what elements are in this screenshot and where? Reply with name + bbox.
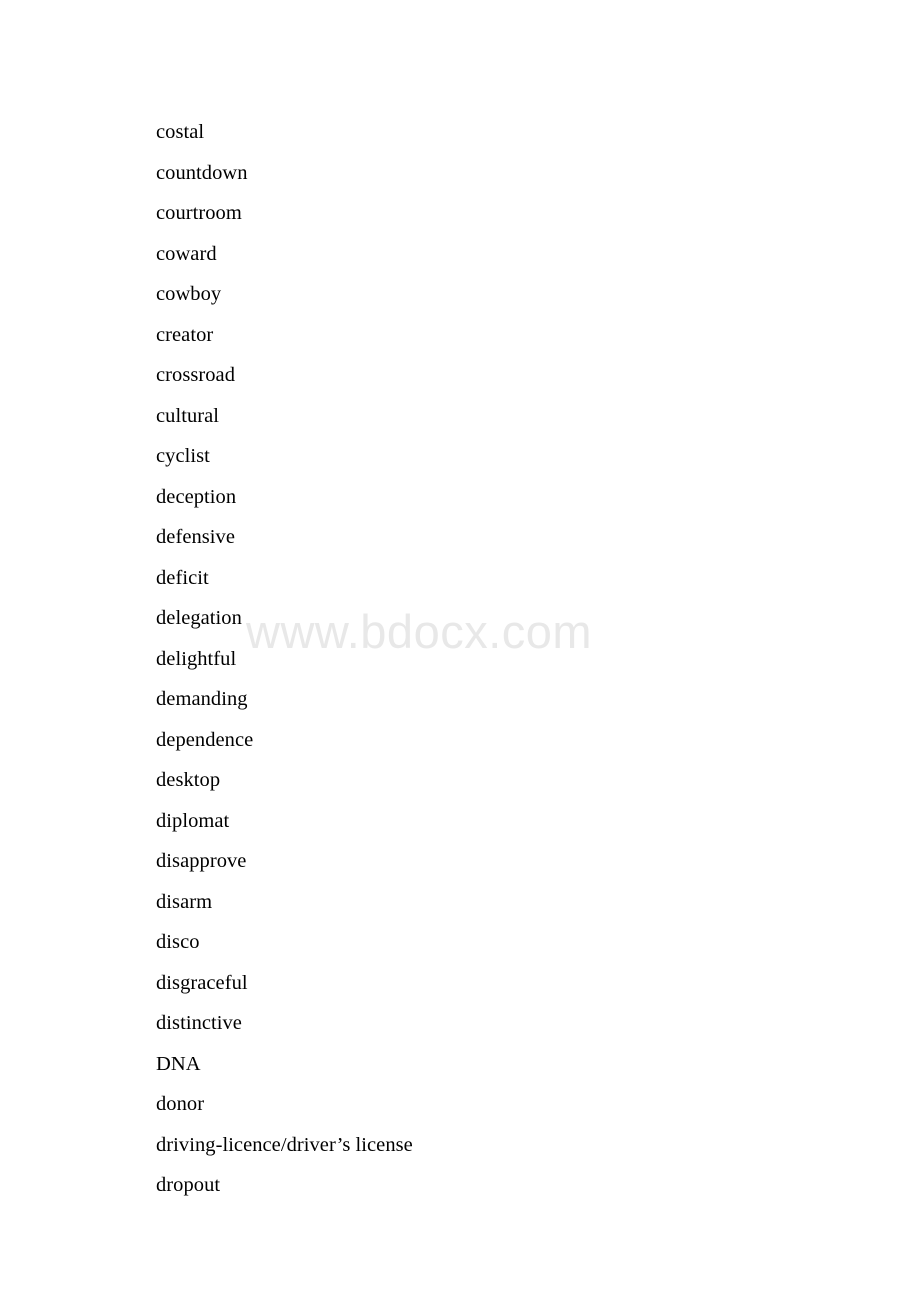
word-list-item: deception bbox=[156, 485, 237, 508]
word-list-item: diplomat bbox=[156, 809, 230, 832]
word-list-item: cultural bbox=[156, 404, 220, 427]
word-list-item: courtroom bbox=[156, 202, 242, 224]
word-list-item: disapprove bbox=[156, 850, 247, 872]
word-list-item: deficit bbox=[156, 566, 209, 589]
word-list-item: dependence bbox=[156, 728, 254, 751]
document-page: www.bdocx.com costal countdown courtroom co… bbox=[0, 0, 920, 1302]
word-list-item: disco bbox=[156, 931, 200, 953]
word-list-item: driving-licence/driver’s license bbox=[156, 1133, 413, 1156]
word-list-item: creator bbox=[156, 323, 214, 346]
word-list-item: countdown bbox=[156, 161, 248, 184]
word-list-item: defensive bbox=[156, 526, 235, 548]
vocabulary-word-list: costal countdown courtroom coward cowboy crea… bbox=[156, 112, 796, 1206]
word-list-item: dropout bbox=[156, 1174, 221, 1196]
word-list-item: disarm bbox=[156, 890, 213, 913]
word-list-item: costal bbox=[156, 121, 205, 143]
word-list-item: delightful bbox=[156, 647, 237, 670]
word-list-item: desktop bbox=[156, 769, 221, 791]
word-list-item: cyclist bbox=[156, 445, 210, 467]
word-list-item: cowboy bbox=[156, 283, 222, 305]
word-list-item: demanding bbox=[156, 688, 248, 710]
word-list-item: delegation bbox=[156, 607, 242, 629]
word-list-item: coward bbox=[156, 242, 217, 265]
word-list-item: disgraceful bbox=[156, 971, 248, 994]
word-list-item: donor bbox=[156, 1093, 205, 1115]
word-list-item: distinctive bbox=[156, 1012, 242, 1034]
word-list-item: DNA bbox=[156, 1052, 201, 1075]
word-list-item: crossroad bbox=[156, 364, 236, 386]
